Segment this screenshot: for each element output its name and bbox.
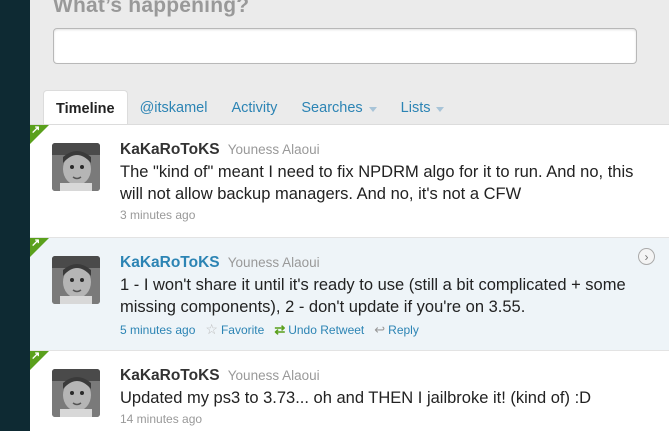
star-icon: ☆ xyxy=(205,321,218,337)
tab-searches-label: Searches xyxy=(301,100,363,116)
tab-mentions-label: @itskamel xyxy=(139,100,208,116)
tweet-timestamp[interactable]: 5 minutes ago xyxy=(120,323,195,337)
retweet-arrow-icon: ↗ xyxy=(31,350,41,362)
tweet-screen-name[interactable]: KaKaRoToKS xyxy=(120,367,220,384)
avatar[interactable] xyxy=(52,256,100,304)
reply-button[interactable]: ↩ Reply xyxy=(374,322,419,338)
retweet-arrow-icon: ↗ xyxy=(31,124,41,136)
tweet-item[interactable]: ↗ › KaKaRoToKS Youness Alaoui 1 - I won'… xyxy=(30,238,669,351)
avatar[interactable] xyxy=(52,369,100,417)
tweet-full-name: Youness Alaoui xyxy=(227,368,320,383)
tweet-text: Updated my ps3 to 3.73... oh and THEN I … xyxy=(120,389,592,407)
retweet-arrow-icon: ↗ xyxy=(31,237,41,249)
tweet-timestamp[interactable]: 14 minutes ago xyxy=(120,412,202,426)
tweet-full-name: Youness Alaoui xyxy=(227,142,320,157)
tab-activity-label: Activity xyxy=(231,100,278,116)
tweet-text: The "kind of" meant I need to fix NPDRM … xyxy=(120,163,634,203)
left-dark-bar xyxy=(0,0,30,431)
main-panel: What’s happening? Timeline @itskamel Act… xyxy=(30,0,669,441)
reply-icon: ↩ xyxy=(374,321,386,337)
tweet-text: 1 - I won't share it until it's ready to… xyxy=(120,276,626,316)
tab-mentions[interactable]: @itskamel xyxy=(128,90,220,124)
avatar-image xyxy=(52,256,100,304)
caret-down-icon xyxy=(368,107,377,112)
retweet-icon: ⇄ xyxy=(274,321,286,337)
compose-textarea[interactable] xyxy=(53,28,637,64)
reply-label: Reply xyxy=(388,322,419,337)
avatar[interactable] xyxy=(52,143,100,191)
tweet-full-name: Youness Alaoui xyxy=(227,255,320,270)
undo-retweet-label: Undo Retweet xyxy=(288,322,365,337)
tab-lists[interactable]: Lists xyxy=(389,90,457,124)
undo-retweet-button[interactable]: ⇄ Undo Retweet xyxy=(274,322,364,338)
tweet-screen-name[interactable]: KaKaRoToKS xyxy=(120,254,220,271)
tweet-item[interactable]: ↗ KaKaRoToKS Youness Alaoui xyxy=(30,351,669,441)
tab-searches[interactable]: Searches xyxy=(289,90,388,124)
caret-down-icon xyxy=(436,107,445,112)
avatar-image xyxy=(52,369,100,417)
tab-lists-label: Lists xyxy=(400,100,431,116)
tweet-timestamp[interactable]: 3 minutes ago xyxy=(120,208,195,222)
favorite-button[interactable]: ☆ Favorite xyxy=(205,321,264,338)
timeline-tabs: Timeline @itskamel Activity Searches Lis… xyxy=(43,90,457,126)
tab-timeline-label: Timeline xyxy=(56,101,115,117)
timeline-stream: ↗ KaKaRoToKS Youness Alaoui The "kind of… xyxy=(30,124,669,441)
tweet-item[interactable]: ↗ KaKaRoToKS Youness Alaoui xyxy=(30,125,669,238)
tab-activity[interactable]: Activity xyxy=(219,90,289,124)
compose-heading: What’s happening? xyxy=(53,0,250,17)
favorite-label: Favorite xyxy=(220,322,265,337)
avatar-image xyxy=(52,143,100,191)
tab-timeline[interactable]: Timeline xyxy=(43,90,128,126)
tweet-screen-name[interactable]: KaKaRoToKS xyxy=(120,141,220,158)
